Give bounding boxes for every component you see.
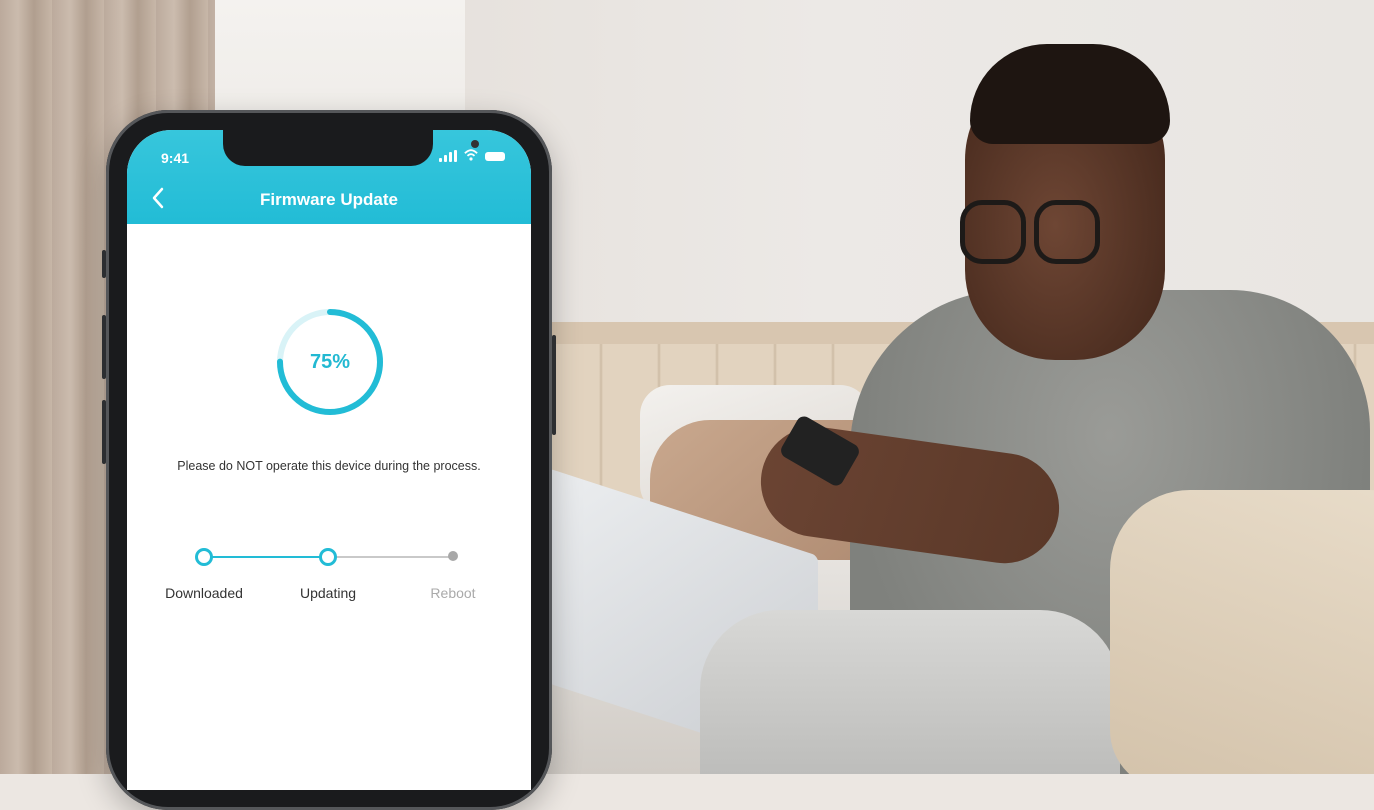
person-legs (700, 610, 1120, 774)
phone-volume-up (102, 315, 106, 379)
phone-notch (223, 130, 479, 166)
step-dot-downloaded (195, 548, 213, 566)
step-connector-done (204, 556, 328, 558)
step-label-downloaded: Downloaded (165, 585, 243, 601)
step-label-reboot: Reboot (430, 585, 476, 601)
beige-pillow (1110, 490, 1374, 774)
step-connector-pending (328, 556, 453, 558)
status-icons (439, 148, 505, 162)
phone-power-button (552, 335, 556, 435)
glasses-left-lens (960, 200, 1026, 264)
app-header: 9:41 Firmware Update (127, 130, 531, 224)
step-label-updating: Updating (299, 585, 357, 601)
battery-icon (485, 152, 505, 161)
page-title: Firmware Update (260, 190, 398, 209)
phone-volume-down (102, 400, 106, 464)
person-hair (970, 44, 1170, 144)
warning-message: Please do NOT operate this device during… (177, 459, 481, 473)
status-time: 9:41 (161, 150, 190, 166)
glasses-right-lens (1034, 200, 1100, 264)
progress-percentage: 75% (309, 351, 351, 373)
step-dot-updating (319, 548, 337, 566)
phone-mute-switch (102, 250, 106, 278)
phone-screen: 9:41 Firmware Update 75% Please do NOT o… (127, 130, 531, 790)
step-dot-reboot (448, 551, 458, 561)
signal-icon (439, 150, 457, 162)
glasses (960, 200, 1110, 264)
wifi-icon (464, 149, 478, 161)
front-camera (471, 140, 479, 148)
